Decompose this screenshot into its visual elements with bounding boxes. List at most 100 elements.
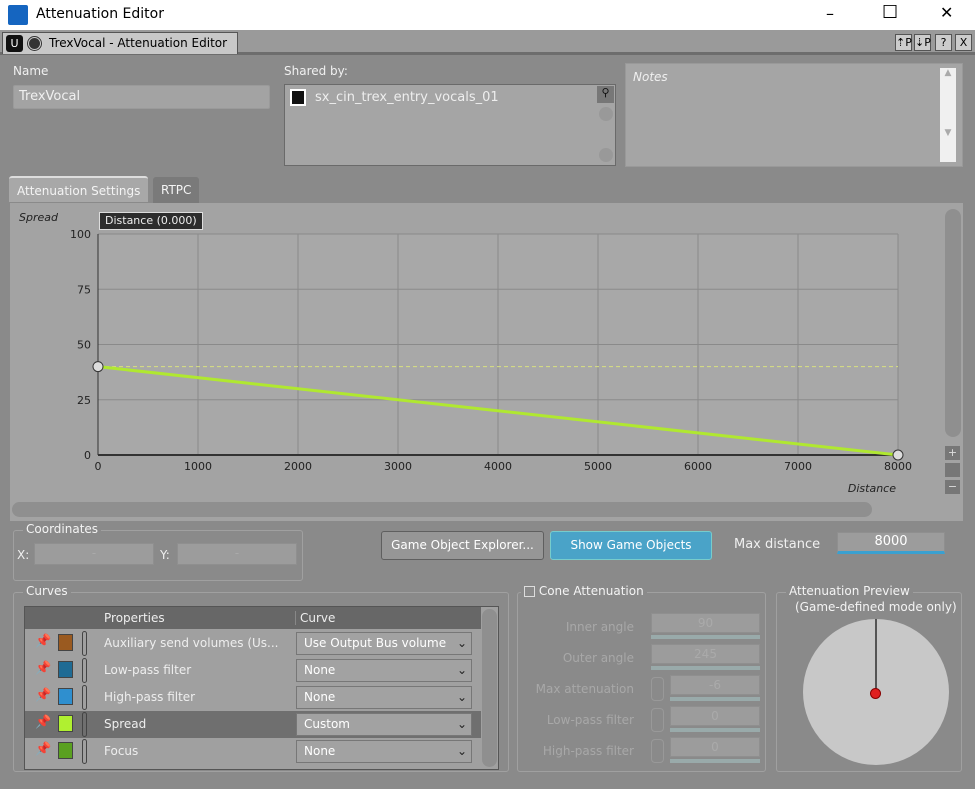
- notes-area[interactable]: Notes ▲ ▼: [625, 63, 963, 167]
- vertical-scrollbar[interactable]: [945, 209, 961, 437]
- window-titlebar: Attenuation Editor – ☐ ✕: [0, 0, 975, 30]
- cone-attenuation-toggle[interactable]: Cone Attenuation: [521, 584, 647, 598]
- x-coordinate-field[interactable]: -: [34, 543, 154, 565]
- cone-field-row: Low-pass filter 0: [518, 706, 767, 736]
- notes-scrollbar[interactable]: ▲ ▼: [940, 68, 956, 162]
- curve-dropdown[interactable]: Use Output Bus volume ⌄: [296, 632, 472, 655]
- property-name: Low-pass filter: [104, 663, 192, 677]
- x-tick-label: 5000: [584, 460, 612, 473]
- minimize-button[interactable]: –: [826, 4, 834, 23]
- shared-item-label: sx_cin_trex_entry_vocals_01: [315, 90, 499, 105]
- document-tab-strip: U TrexVocal - Attenuation Editor: [0, 30, 975, 55]
- table-row[interactable]: 📌 Auxiliary send volumes (Us... Use Outp…: [25, 630, 481, 657]
- curve-color-swatch: [58, 688, 73, 705]
- graph-tooltip: Distance (0.000): [99, 212, 203, 230]
- close-button[interactable]: ✕: [940, 3, 953, 22]
- cone-field-label: High-pass filter: [542, 744, 634, 758]
- max-distance-field[interactable]: 8000: [837, 532, 945, 554]
- cone-field-row: Max attenuation -6: [518, 675, 767, 705]
- x-label: X:: [17, 548, 30, 562]
- cone-field-label: Inner angle: [565, 620, 634, 634]
- table-row[interactable]: 📌 Focus None ⌄: [25, 738, 481, 765]
- cone-checkbox[interactable]: [524, 586, 535, 597]
- close-doc-button[interactable]: X: [955, 34, 972, 51]
- link-icon: [651, 677, 664, 701]
- curve-dropdown[interactable]: None ⌄: [296, 740, 472, 763]
- cone-field-input[interactable]: 90: [651, 613, 760, 633]
- x-tick-label: 1000: [184, 460, 212, 473]
- cone-field-row: High-pass filter 0: [518, 737, 767, 767]
- listener-dot: [870, 688, 881, 699]
- curves-table: Properties Curve 📌 Auxiliary send volume…: [24, 606, 499, 770]
- curve-color-swatch: [58, 634, 73, 651]
- horizontal-scrollbar[interactable]: [12, 502, 872, 517]
- pin-icon[interactable]: 📌: [35, 634, 51, 649]
- show-game-objects-button[interactable]: Show Game Objects: [550, 531, 712, 560]
- game-object-explorer-button[interactable]: Game Object Explorer...: [381, 531, 544, 560]
- property-name: Spread: [104, 717, 147, 731]
- cone-field-input[interactable]: 245: [651, 644, 760, 664]
- cone-field-input[interactable]: 0: [670, 737, 760, 757]
- preview-circle: [803, 619, 949, 765]
- name-input[interactable]: TrexVocal: [13, 85, 270, 109]
- shared-by-label: Shared by:: [284, 64, 348, 78]
- table-row[interactable]: 📌 Low-pass filter None ⌄: [25, 657, 481, 684]
- pin-icon[interactable]: 📌: [35, 715, 51, 730]
- curve-dropdown[interactable]: None ⌄: [296, 686, 472, 709]
- cone-field-row: Inner angle 90: [518, 613, 767, 643]
- table-row[interactable]: 📌 Spread Custom ⌄: [25, 711, 481, 738]
- row-handle: [82, 685, 87, 710]
- y-coordinate-field[interactable]: -: [177, 543, 297, 565]
- graph-panel: 0 1000 2000 3000 4000 5000 6000 7000 8000 0 25 50 75…: [10, 203, 963, 521]
- curve-value: None: [304, 663, 336, 677]
- attenuation-curve-chart[interactable]: 0 1000 2000 3000 4000 5000 6000 7000 8000 0 25 50 75…: [10, 203, 963, 521]
- search-icon[interactable]: ⚲: [597, 86, 614, 103]
- pin-icon[interactable]: 📌: [35, 742, 51, 757]
- zoom-out-icon[interactable]: −: [945, 480, 960, 494]
- maximize-button[interactable]: ☐: [882, 2, 898, 23]
- zoom-in-icon[interactable]: +: [945, 446, 960, 460]
- cone-attenuation-group: Cone Attenuation Inner angle 90 Outer an…: [517, 584, 767, 772]
- curve-value: Custom: [304, 717, 350, 731]
- table-row[interactable]: 📌 High-pass filter None ⌄: [25, 684, 481, 711]
- cone-field-label: Low-pass filter: [546, 713, 634, 727]
- x-tick-label: 4000: [484, 460, 512, 473]
- unreal-icon: U: [6, 35, 23, 52]
- row-handle: [82, 712, 87, 737]
- pin-icon[interactable]: 📌: [35, 688, 51, 703]
- curve-color-swatch: [58, 742, 73, 759]
- notes-placeholder: Notes: [633, 70, 668, 84]
- y-tick-label: 75: [77, 283, 91, 296]
- cone-field-slider[interactable]: [670, 697, 760, 701]
- coordinates-label: Coordinates: [23, 522, 102, 536]
- pin-icon[interactable]: 📌: [35, 661, 51, 676]
- cone-field-slider[interactable]: [651, 666, 760, 670]
- table-scrollbar[interactable]: [482, 609, 497, 767]
- scroll-down-icon[interactable]: [599, 148, 613, 162]
- cone-field-slider[interactable]: [670, 728, 760, 732]
- help-button[interactable]: ?: [935, 34, 952, 51]
- tab-attenuation-settings[interactable]: Attenuation Settings: [9, 176, 149, 202]
- curves-label: Curves: [23, 584, 71, 598]
- curve-point: [92, 361, 104, 373]
- curve-dropdown[interactable]: Custom ⌄: [296, 713, 472, 736]
- pin-up-button[interactable]: ⇡P: [895, 34, 912, 51]
- y-tick-label: 25: [77, 394, 91, 407]
- row-handle: [82, 631, 87, 656]
- cone-field-input[interactable]: 0: [670, 706, 760, 726]
- preview-label: Attenuation Preview: [786, 584, 913, 598]
- cone-field-slider[interactable]: [651, 635, 760, 639]
- scroll-up-icon[interactable]: [599, 107, 613, 121]
- pin-down-button[interactable]: ⇣P: [914, 34, 931, 51]
- document-tab[interactable]: U TrexVocal - Attenuation Editor: [2, 32, 238, 54]
- x-axis-label: Distance: [848, 482, 896, 495]
- zoom-fit-icon[interactable]: [945, 463, 960, 477]
- cone-field-row: Outer angle 245: [518, 644, 767, 674]
- cone-field-input[interactable]: -6: [670, 675, 760, 695]
- curve-dropdown[interactable]: None ⌄: [296, 659, 472, 682]
- tab-rtpc[interactable]: RTPC: [153, 177, 200, 203]
- y-label: Y:: [160, 548, 170, 562]
- curve-value: Use Output Bus volume: [304, 636, 447, 650]
- x-tick-label: 2000: [284, 460, 312, 473]
- cone-field-slider[interactable]: [670, 759, 760, 763]
